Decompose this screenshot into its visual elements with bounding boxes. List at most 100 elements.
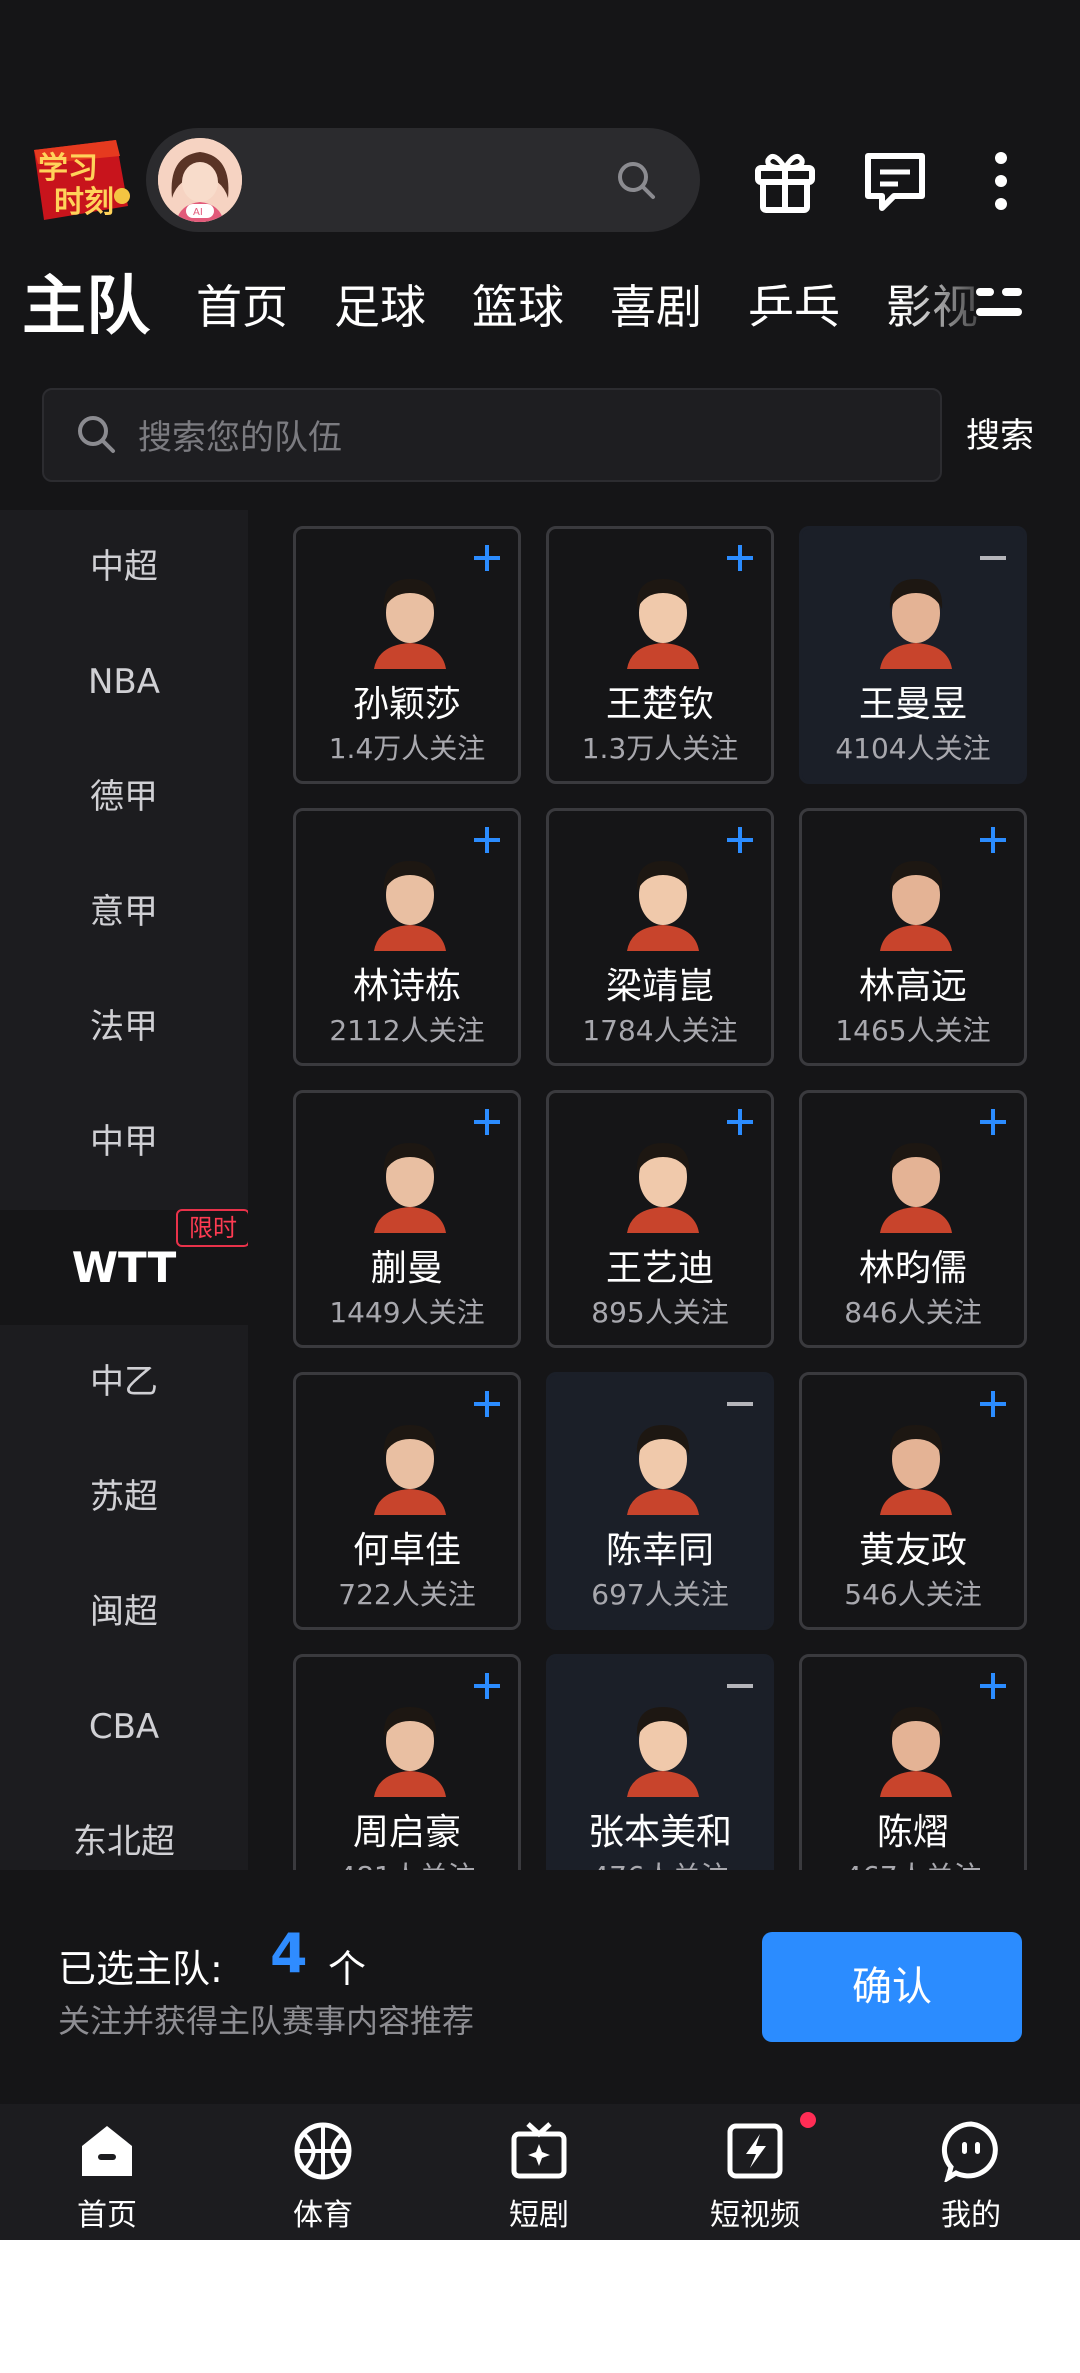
player-card[interactable]: 王楚钦 1.3万人关注 <box>546 526 774 784</box>
plus-icon[interactable] <box>470 1105 504 1139</box>
sidebar-item-china-league-one[interactable]: 中甲 <box>0 1085 248 1200</box>
player-name: 何卓佳 <box>352 1530 461 1571</box>
follower-count: 4104人关注 <box>835 732 991 765</box>
plus-icon[interactable] <box>723 1105 757 1139</box>
player-photo <box>627 1707 699 1797</box>
league-sidebar: 中超 NBA 德甲 意甲 法甲 中甲 WTT 限时 中乙 苏超 闽超 CBA 东… <box>0 510 248 1870</box>
plus-icon[interactable] <box>470 1387 504 1421</box>
player-card[interactable]: 梁靖崑 1784人关注 <box>546 808 774 1066</box>
sidebar-item-serie-a[interactable]: 意甲 <box>0 855 248 970</box>
player-card[interactable]: 王曼昱 4104人关注 <box>799 526 1027 784</box>
player-card[interactable]: 黄友政 546人关注 <box>799 1372 1027 1630</box>
plus-icon[interactable] <box>976 1669 1010 1703</box>
minus-icon[interactable] <box>723 1387 757 1421</box>
sidebar-item-nba[interactable]: NBA <box>0 625 248 740</box>
bottom-tab-drama[interactable]: 短剧 <box>464 2114 614 2234</box>
channel-tabs: 主队 首页 足球 篮球 喜剧 乒乓 影视 <box>0 262 1080 352</box>
plus-icon[interactable] <box>976 823 1010 857</box>
player-card[interactable]: 陈幸同 697人关注 <box>546 1372 774 1630</box>
plus-icon[interactable] <box>976 1387 1010 1421</box>
message-icon[interactable] <box>860 146 930 216</box>
tab-label: 首页 <box>77 2198 137 2233</box>
more-vertical-icon[interactable] <box>966 146 1036 216</box>
plus-icon[interactable] <box>470 1669 504 1703</box>
sidebar-item-bundesliga[interactable]: 德甲 <box>0 740 248 855</box>
player-photo <box>880 861 952 951</box>
player-card[interactable]: 蒯曼 1449人关注 <box>293 1090 521 1348</box>
minus-icon[interactable] <box>723 1669 757 1703</box>
plus-icon[interactable] <box>723 823 757 857</box>
search-button[interactable]: 搜索 <box>966 408 1034 457</box>
player-photo <box>627 1425 699 1515</box>
bottom-tab-profile[interactable]: 我的 <box>896 2114 1046 2234</box>
confirm-button[interactable]: 确认 <box>762 1932 1022 2042</box>
home-icon <box>82 2126 132 2176</box>
bottom-tab-short-video[interactable]: 短视频 <box>680 2114 830 2234</box>
player-photo <box>374 1707 446 1797</box>
gift-icon[interactable] <box>750 146 820 216</box>
player-name: 陈熠 <box>876 1812 949 1853</box>
tab-basketball[interactable]: 篮球 <box>472 276 564 338</box>
player-name: 孙颖莎 <box>352 684 461 725</box>
follower-count: 722人关注 <box>338 1578 476 1611</box>
sidebar-item-ligue-1[interactable]: 法甲 <box>0 970 248 1085</box>
team-search-input[interactable]: 搜索您的队伍 <box>42 388 942 482</box>
tab-football[interactable]: 足球 <box>334 276 426 338</box>
search-placeholder: 搜索您的队伍 <box>138 418 342 458</box>
channel-menu-icon[interactable] <box>974 280 1024 326</box>
player-card[interactable]: 张本美和 476人关注 <box>546 1654 774 1870</box>
plus-icon[interactable] <box>976 1105 1010 1139</box>
player-photo <box>627 861 699 951</box>
drama-icon <box>511 2122 567 2179</box>
follower-count: 1.4万人关注 <box>328 732 486 765</box>
sidebar-item-cba[interactable]: CBA <box>0 1670 248 1785</box>
selection-subtitle: 关注并获得主队赛事内容推荐 <box>58 2002 475 2040</box>
player-photo <box>627 579 699 669</box>
player-card[interactable]: 林高远 1465人关注 <box>799 808 1027 1066</box>
bottom-tab-sports[interactable]: 体育 <box>248 2114 398 2234</box>
sidebar-item-wtt[interactable]: WTT 限时 <box>0 1209 248 1325</box>
player-card[interactable]: 周启豪 481人关注 <box>293 1654 521 1870</box>
sidebar-item-northeast-league[interactable]: 东北超 <box>0 1785 248 1870</box>
tab-home-team[interactable]: 主队 <box>22 262 150 352</box>
follower-count: 2112人关注 <box>329 1014 485 1047</box>
selection-bar: 已选主队: 4 个 关注并获得主队赛事内容推荐 确认 <box>0 1870 1080 2104</box>
follower-count: 697人关注 <box>591 1578 729 1611</box>
player-photo <box>880 579 952 669</box>
player-photo <box>374 1143 446 1233</box>
global-search-pill[interactable]: AI <box>146 128 700 232</box>
player-name: 陈幸同 <box>605 1530 714 1571</box>
player-card[interactable]: 林昀儒 846人关注 <box>799 1090 1027 1348</box>
player-card[interactable]: 孙颖莎 1.4万人关注 <box>293 526 521 784</box>
plus-icon[interactable] <box>470 823 504 857</box>
follower-count: 846人关注 <box>844 1296 982 1329</box>
study-time-logo[interactable]: 学习 时刻 <box>28 136 134 226</box>
follower-count: 467人关注 <box>802 1855 1024 1870</box>
basketball-icon <box>294 2122 352 2180</box>
ai-avatar[interactable]: AI <box>158 138 242 222</box>
plus-icon[interactable] <box>723 541 757 575</box>
player-name: 黄友政 <box>858 1530 967 1571</box>
app-screen: 学习 时刻 AI 主队 首页 足球 篮球 喜剧 乒乓 搜索您的队伍 搜索 中超 … <box>0 0 1080 2240</box>
plus-icon[interactable] <box>470 541 504 575</box>
player-name: 王艺迪 <box>605 1248 714 1289</box>
minus-icon[interactable] <box>976 541 1010 575</box>
tab-comedy[interactable]: 喜剧 <box>610 276 702 338</box>
player-card[interactable]: 何卓佳 722人关注 <box>293 1372 521 1630</box>
tab-home[interactable]: 首页 <box>196 276 288 338</box>
player-name: 林诗栋 <box>352 966 461 1007</box>
bottom-tab-home[interactable]: 首页 <box>32 2114 182 2234</box>
sidebar-item-csl[interactable]: 中超 <box>0 510 248 625</box>
tab-label: 短剧 <box>509 2198 569 2233</box>
player-card[interactable]: 陈熠 467人关注 <box>799 1654 1027 1870</box>
sidebar-item-china-league-two[interactable]: 中乙 <box>0 1325 248 1440</box>
tab-pingpong[interactable]: 乒乓 <box>748 276 840 338</box>
player-card[interactable]: 林诗栋 2112人关注 <box>293 808 521 1066</box>
sidebar-item-jiangsu-league[interactable]: 苏超 <box>0 1440 248 1555</box>
player-name: 林昀儒 <box>858 1248 967 1289</box>
player-photo <box>374 579 446 669</box>
player-name: 周启豪 <box>352 1812 461 1853</box>
player-card[interactable]: 王艺迪 895人关注 <box>546 1090 774 1348</box>
sidebar-item-fujian-league[interactable]: 闽超 <box>0 1555 248 1670</box>
search-icon[interactable] <box>616 160 656 200</box>
